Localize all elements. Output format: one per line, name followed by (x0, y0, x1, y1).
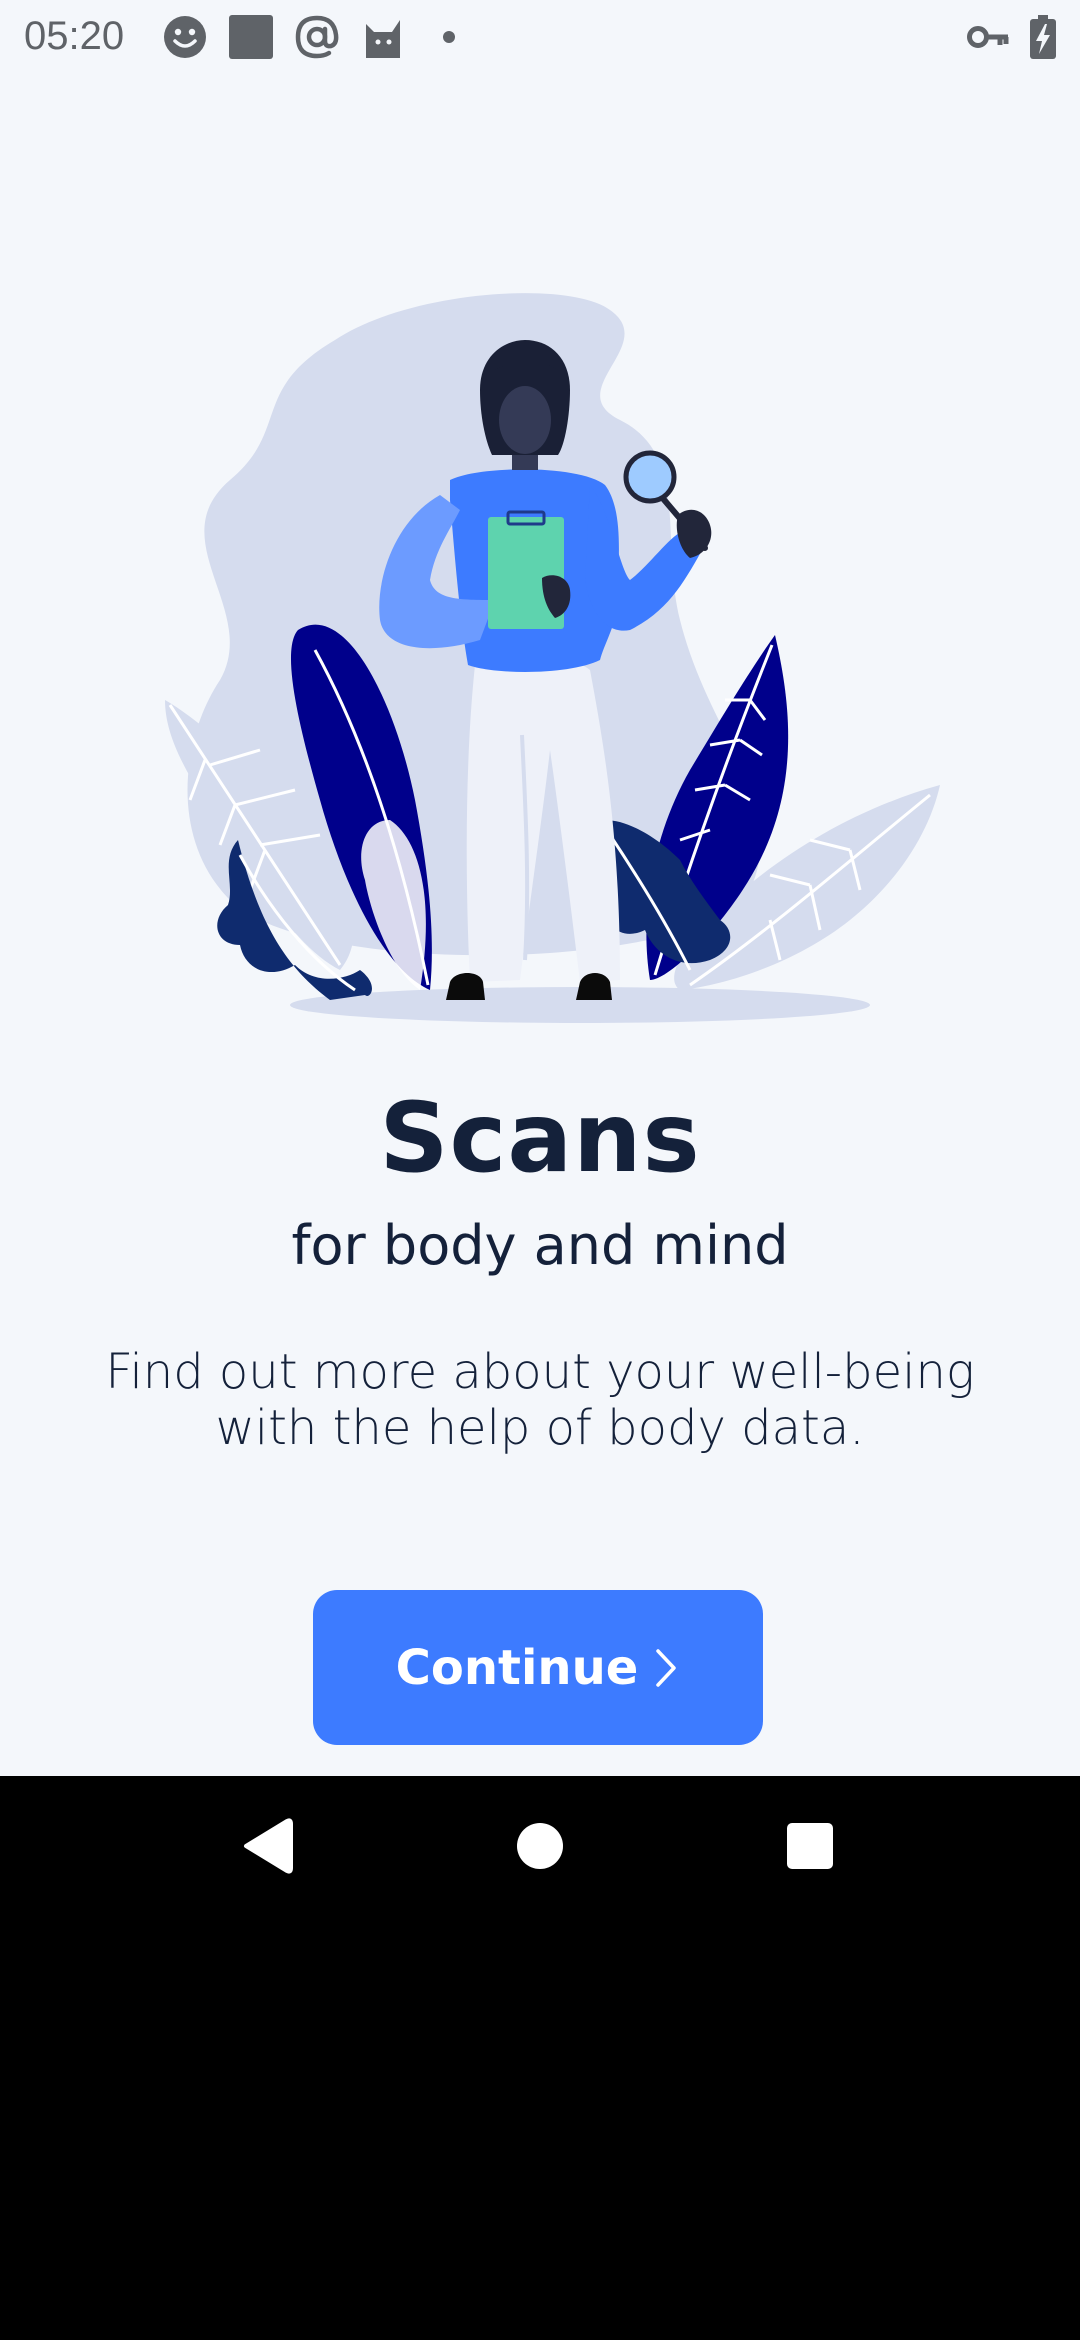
continue-button[interactable]: Continue (313, 1590, 763, 1745)
battery-charging-icon (1022, 14, 1064, 60)
dot-icon (426, 14, 472, 60)
person-left-shoe (446, 973, 485, 1000)
back-icon[interactable] (223, 1801, 313, 1891)
status-time: 05:20 (24, 14, 125, 58)
continue-button-label: Continue (395, 1639, 639, 1696)
chevron-right-icon (650, 1645, 680, 1691)
at-sign-icon (294, 14, 340, 60)
navigation-bar (0, 1776, 1080, 1916)
page-description: Find out more about your well-being with… (105, 1344, 975, 1456)
page-title: Scans (379, 1082, 701, 1194)
onboarding-illustration (150, 280, 950, 1040)
smiley-icon (162, 14, 208, 60)
home-icon[interactable] (495, 1801, 585, 1891)
status-bar: 05:20 (0, 0, 1080, 72)
recents-icon[interactable] (765, 1801, 855, 1891)
key-icon (966, 14, 1012, 60)
square-notification-icon (228, 14, 274, 60)
magnifier-lens (623, 450, 677, 504)
person-face (499, 386, 551, 454)
cat-icon (360, 14, 406, 60)
page-subtitle: for body and mind (291, 1214, 789, 1277)
app-screen: 05:20 Scans for body and mind Find out m… (0, 0, 1080, 1776)
